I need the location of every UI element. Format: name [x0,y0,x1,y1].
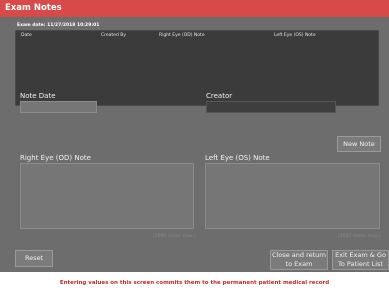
right-note-char-limit: (2000 chars. max.) [153,234,196,239]
exit-exam-button[interactable]: Exit Exam & Go To Patient List [332,250,389,270]
note-date-label: Note Date [20,92,56,100]
column-header-date[interactable]: Date [21,33,32,38]
notes-grid[interactable]: Date Created By Right Eye (OD) Note Left… [15,30,379,106]
reset-button[interactable]: Reset [15,250,53,267]
column-header-left-eye-note[interactable]: Left Eye (OS) Note [274,33,316,38]
note-date-field[interactable] [20,101,97,113]
creator-label: Creator [206,92,233,100]
column-header-created-by[interactable]: Created By [101,33,126,38]
left-eye-note-label: Left Eye (OS) Note [205,154,270,162]
exam-date-label: Exam date: 11/27/2018 10:29:01 [17,23,100,28]
right-eye-note-label: Right Eye (OD) Note [20,154,91,162]
grid-header: Date Created By Right Eye (OD) Note Left… [16,31,378,40]
left-eye-note-textarea[interactable] [205,163,380,229]
creator-field[interactable] [206,101,336,113]
new-note-button[interactable]: New Note [337,136,381,152]
window-title: Exam Notes [0,0,389,17]
close-return-to-exam-button[interactable]: Close and return to Exam [270,250,328,270]
left-note-char-limit: (2000 chars. max.) [338,234,381,239]
column-header-right-eye-note[interactable]: Right Eye (OD) Note [159,33,205,38]
exam-notes-panel: Exam date: 11/27/2018 10:29:01 Date Crea… [0,17,389,272]
right-eye-note-textarea[interactable] [20,163,194,229]
medical-record-warning: Entering values on this screen commits t… [0,272,389,294]
